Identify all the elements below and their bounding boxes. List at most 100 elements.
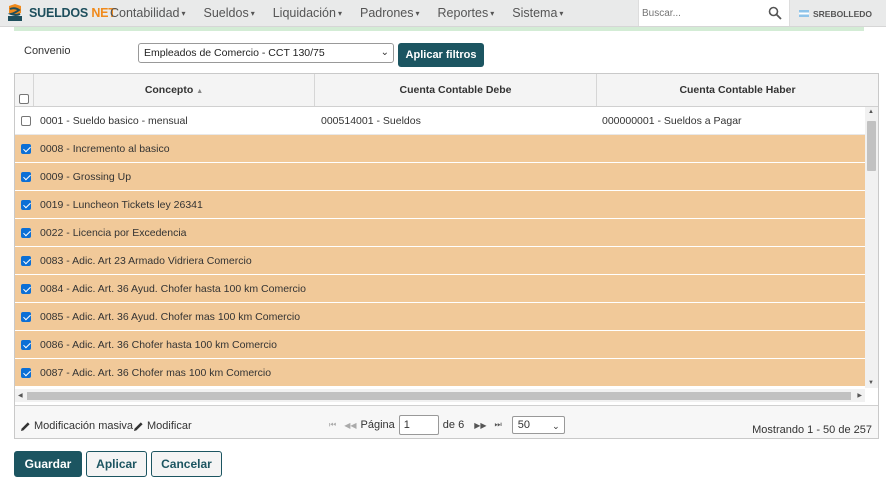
cell-concepto: 0022 - Licencia por Excedencia [40, 227, 187, 239]
table-row[interactable]: 0022 - Licencia por Excedencia [15, 219, 865, 247]
chevron-down-icon: ▾ [559, 9, 564, 18]
menu-sistema[interactable]: Sistema ▾ [503, 0, 572, 27]
page-size-select[interactable]: 50 ⌄ [511, 416, 565, 434]
row-checkbox[interactable] [21, 228, 31, 238]
table-row[interactable]: 0001 - Sueldo basico - mensual 000514001… [15, 107, 865, 135]
apply-button[interactable]: Aplicar [86, 451, 147, 477]
row-checkbox[interactable] [21, 368, 31, 378]
row-checkbox[interactable] [21, 172, 31, 182]
grid-body: 0001 - Sueldo basico - mensual 000514001… [15, 107, 865, 388]
vertical-scrollbar[interactable]: ▲ ▼ [865, 107, 878, 388]
convenio-label: Convenio [24, 45, 71, 57]
cell-debe: 000514001 - Sueldos [321, 115, 421, 127]
scrollbar-thumb[interactable] [867, 121, 876, 171]
page-label: Página [360, 419, 395, 431]
first-page-icon[interactable]: ⏮ [329, 420, 336, 430]
app-logo[interactable]: SUELDOS NET [6, 3, 116, 23]
menu-reportes[interactable]: Reportes ▾ [429, 0, 504, 27]
table-row[interactable]: 0019 - Luncheon Tickets ley 26341 [15, 191, 865, 219]
concepts-grid: Concepto ▲ Cuenta Contable Debe Cuenta Co… [14, 73, 879, 439]
row-checkbox[interactable] [21, 256, 31, 266]
edit-button[interactable]: Modificar [133, 420, 192, 432]
menu-sueldos[interactable]: Sueldos ▾ [195, 0, 264, 27]
next-page-icon[interactable]: ▶▶ [474, 421, 486, 430]
scroll-down-icon[interactable]: ▼ [868, 380, 874, 386]
search-input[interactable] [642, 1, 767, 25]
page-count: de 6 [442, 419, 465, 431]
row-checkbox[interactable] [21, 340, 31, 350]
convenio-selected-value: Empleados de Comercio - CCT 130/75 [144, 47, 325, 59]
cell-concepto: 0085 - Adic. Art. 36 Ayud. Chofer mas 10… [40, 311, 301, 323]
apply-filters-button[interactable]: Aplicar filtros [398, 43, 484, 67]
table-row[interactable]: 0083 - Adic. Art 23 Armado Vidriera Come… [15, 247, 865, 275]
table-row[interactable]: 0008 - Incremento al basico [15, 135, 865, 163]
cell-concepto: 0009 - Grossing Up [40, 171, 132, 183]
scroll-left-icon[interactable]: ◀ [18, 392, 23, 399]
header-select-cell [15, 74, 34, 106]
table-row[interactable]: 0086 - Adic. Art. 36 Chofer hasta 100 km… [15, 331, 865, 359]
cell-concepto: 0083 - Adic. Art 23 Armado Vidriera Come… [40, 255, 252, 267]
page-input[interactable]: 1 [398, 415, 439, 435]
chevron-down-icon: ⌄ [380, 47, 389, 58]
menu-liquidacion[interactable]: Liquidación ▾ [264, 0, 351, 27]
grid-footer: Modificación masiva Modificar ⏮ ◀◀ Págin… [15, 405, 878, 438]
user-menu[interactable]: SREBOLLEDO [799, 0, 872, 27]
row-checkbox[interactable] [21, 312, 31, 322]
table-row[interactable]: 0084 - Adic. Art. 36 Ayud. Chofer hasta … [15, 275, 865, 303]
page-size-value: 50 [517, 419, 530, 431]
cell-concepto: 0084 - Adic. Art. 36 Ayud. Chofer hasta … [40, 283, 306, 295]
logo-icon [7, 4, 22, 21]
cell-concepto: 0001 - Sueldo basico - mensual [40, 115, 188, 127]
scroll-right-icon[interactable]: ▶ [857, 392, 862, 399]
row-checkbox[interactable] [21, 200, 31, 210]
prev-page-icon[interactable]: ◀◀ [344, 421, 356, 430]
chevron-down-icon: ⌄ [552, 421, 560, 431]
scroll-up-icon[interactable]: ▲ [868, 109, 874, 115]
cell-concepto: 0008 - Incremento al basico [40, 143, 170, 155]
table-row[interactable]: 0085 - Adic. Art. 36 Ayud. Chofer mas 10… [15, 303, 865, 331]
column-label: Cuenta Contable Haber [679, 84, 796, 96]
cell-concepto: 0019 - Luncheon Tickets ley 26341 [40, 199, 203, 211]
last-page-icon[interactable]: ⏭ [495, 420, 502, 430]
pager: ⏮ ◀◀ Página 1 de 6 ▶▶ ⏭ 50 ⌄ [325, 415, 565, 435]
main-menu: Contabilidad ▾ Sueldos ▾ Liquidación ▾ Padr… [101, 0, 572, 27]
scrollbar-thumb[interactable] [27, 392, 851, 400]
row-checkbox[interactable] [21, 284, 31, 294]
convenio-select[interactable]: Empleados de Comercio - CCT 130/75 ⌄ [138, 43, 394, 63]
menu-contabilidad[interactable]: Contabilidad ▾ [101, 0, 195, 27]
sort-ascending-icon: ▲ [196, 88, 204, 95]
menu-padrones[interactable]: Padrones ▾ [351, 0, 429, 27]
horizontal-scrollbar[interactable]: ◀ ▶ [15, 389, 865, 402]
table-row[interactable]: 0087 - Adic. Art. 36 Chofer mas 100 km C… [15, 359, 865, 387]
column-header-debe[interactable]: Cuenta Contable Debe [315, 74, 597, 106]
mass-edit-button[interactable]: Modificación masiva [20, 420, 133, 432]
search-box [638, 0, 790, 26]
argentina-flag-icon [799, 10, 809, 17]
column-label: Concepto [144, 84, 194, 96]
pencil-icon [134, 421, 143, 431]
notification-bar [14, 27, 864, 31]
save-button[interactable]: Guardar [14, 451, 82, 477]
cell-haber: 000000001 - Sueldos a Pagar [602, 115, 742, 127]
chevron-down-icon: ▾ [415, 9, 420, 18]
pencil-icon [21, 421, 30, 431]
cancel-button[interactable]: Cancelar [151, 451, 222, 477]
table-row[interactable]: 0009 - Grossing Up [15, 163, 865, 191]
chevron-down-icon: ▾ [250, 9, 255, 18]
row-checkbox[interactable] [21, 116, 31, 126]
grid-header: Concepto ▲ Cuenta Contable Debe Cuenta Co… [15, 74, 878, 107]
mass-edit-label: Modificación masiva [34, 420, 134, 432]
column-header-haber[interactable]: Cuenta Contable Haber [597, 74, 878, 106]
chevron-down-icon: ▾ [490, 9, 495, 18]
cell-concepto: 0086 - Adic. Art. 36 Chofer hasta 100 km… [40, 339, 277, 351]
cell-concepto: 0087 - Adic. Art. 36 Chofer mas 100 km C… [40, 367, 272, 379]
row-checkbox[interactable] [21, 144, 31, 154]
search-icon[interactable] [768, 6, 782, 20]
edit-label: Modificar [147, 420, 192, 432]
chevron-down-icon: ▾ [181, 9, 186, 18]
column-header-concepto[interactable]: Concepto ▲ [34, 74, 315, 106]
chevron-down-icon: ▾ [337, 9, 342, 18]
records-summary: Mostrando 1 - 50 de 257 [752, 424, 872, 436]
select-all-checkbox[interactable] [19, 94, 29, 104]
top-navbar: SUELDOS NET Contabilidad ▾ Sueldos ▾ Liqui… [0, 0, 886, 27]
